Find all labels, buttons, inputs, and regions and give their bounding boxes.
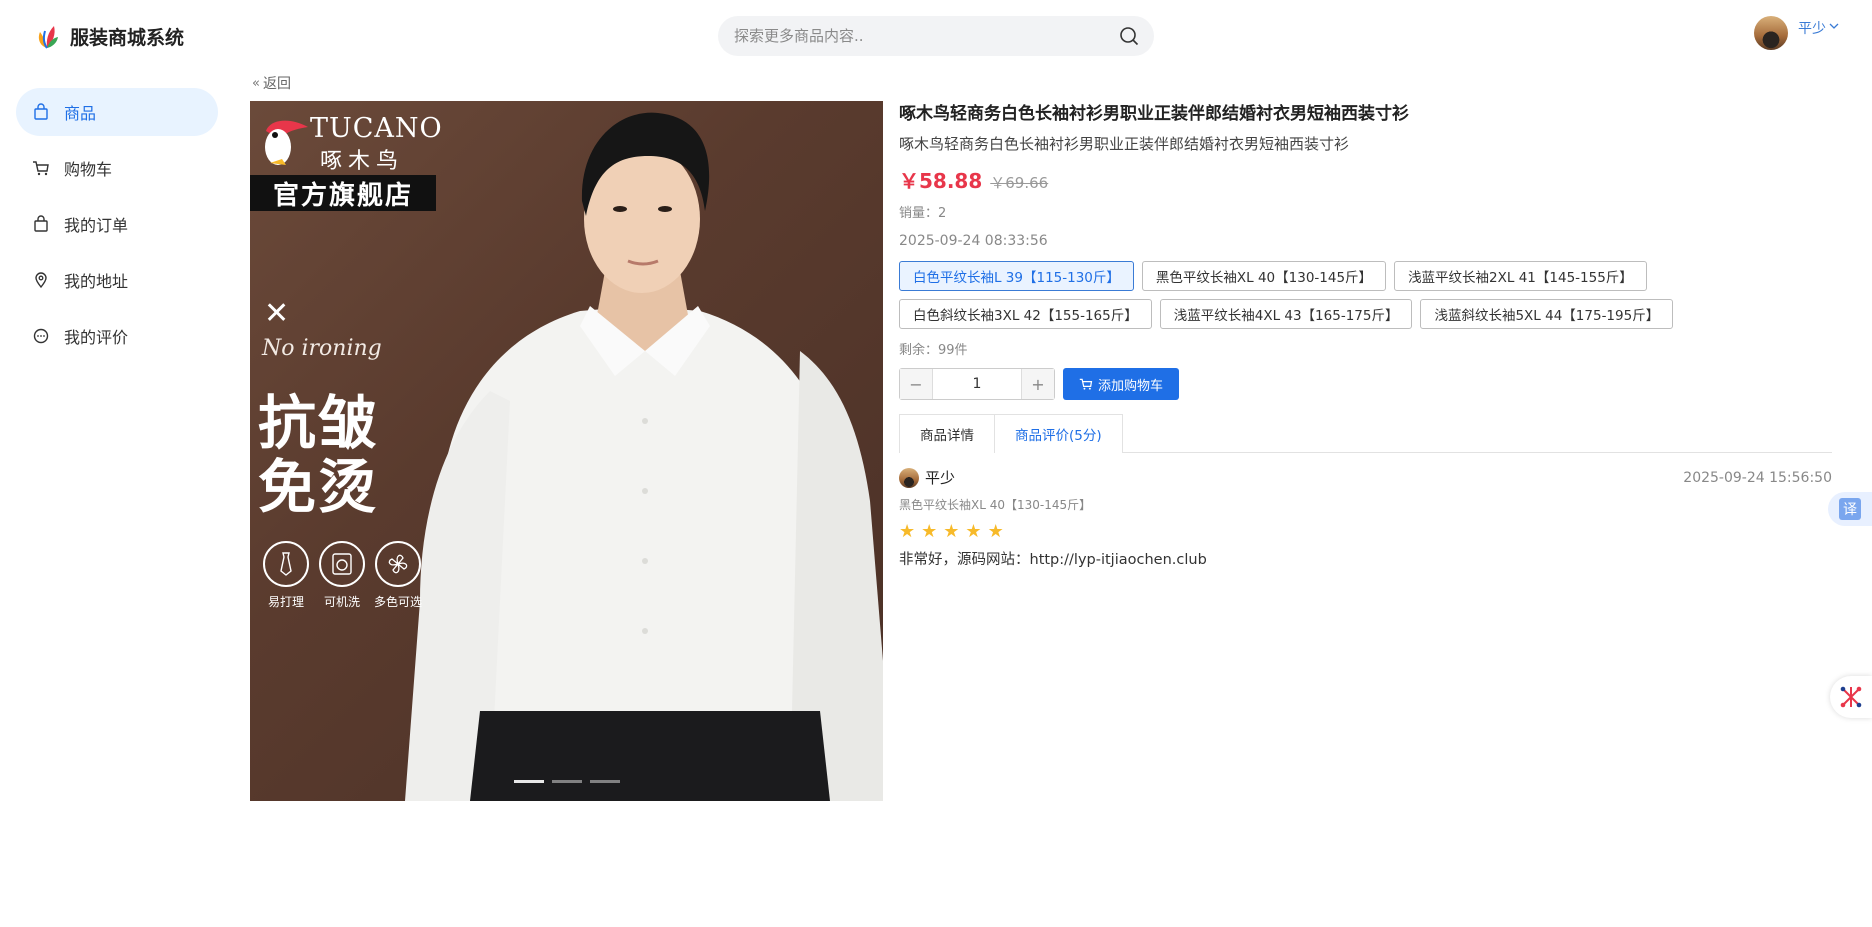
sku-option[interactable]: 黑色平纹长袖XL 40【130-145斤】 — [1141, 261, 1387, 291]
original-price: ￥69.66 — [990, 174, 1049, 192]
chevron-down-icon[interactable] — [1829, 22, 1839, 30]
review-username: 平少 — [925, 469, 956, 487]
sidebar-item-label: 购物车 — [64, 160, 113, 179]
review-spec: 黑色平纹长袖XL 40【130-145斤】 — [899, 498, 1092, 512]
carousel-dot[interactable] — [514, 780, 544, 783]
star-icon: ★ — [921, 521, 938, 542]
feature-machine-wash: 可机洗 — [314, 541, 370, 610]
feature-label: 可机洗 — [323, 595, 360, 609]
order-bag-icon — [34, 215, 48, 232]
product-info: 啄木鸟轻商务白色长袖衬衫男职业正装伴郎结婚衬衣男短袖西装寸衫 啄木鸟轻商务白色长… — [899, 101, 1832, 569]
sidebar-item-products[interactable]: 商品 — [16, 88, 218, 136]
star-icon: ★ — [943, 521, 960, 542]
headline-line: 免烫 — [258, 453, 379, 521]
tab-reviews[interactable]: 商品评价(5分) — [995, 414, 1123, 453]
sku-option[interactable]: 白色斜纹长袖3XL 42【155-165斤】 — [899, 299, 1152, 329]
review-text: 非常好，源码网站：http://lyp-itjiaochen.club — [899, 552, 1207, 568]
review-user: 平少 — [899, 467, 955, 488]
headline: 抗皱 免烫 — [258, 391, 378, 519]
star-icon: ★ — [987, 521, 1004, 542]
feature-multi-color: 多色可选 — [370, 541, 426, 610]
cart-row: − + 添加购物车 — [899, 368, 1832, 400]
back-label: 返回 — [262, 76, 291, 92]
sku-option[interactable]: 白色平纹长袖L 39【115-130斤】 — [899, 261, 1134, 291]
feature-row: 易打理 可机洗 多色可选 — [258, 541, 426, 610]
sidebar-item-label: 我的地址 — [64, 272, 129, 291]
tie-icon — [280, 552, 292, 576]
flagship-label: 官方旗舰店 — [250, 175, 436, 211]
username[interactable]: 平少 — [1798, 18, 1826, 38]
x-mark-icon: ✕ — [264, 296, 290, 331]
headline-line: 抗皱 — [258, 389, 379, 457]
brand-logo: TUCANO 啄木鸟 官方旗舰店 — [250, 101, 442, 211]
back-link[interactable]: « 返回 — [252, 73, 291, 93]
user-menu[interactable]: 平少 — [1754, 16, 1839, 50]
sales-count: 销量：2 — [899, 206, 947, 221]
model-photo — [405, 112, 883, 801]
network-tool-icon — [1840, 686, 1862, 708]
brand-name-cn: 啄木鸟 — [320, 149, 405, 174]
translate-button[interactable]: 译 — [1828, 492, 1872, 526]
sku-options: 白色平纹长袖L 39【115-130斤】 黑色平纹长袖XL 40【130-145… — [899, 261, 1719, 337]
shopping-bag-icon — [34, 103, 48, 120]
product-image-carousel[interactable]: TUCANO 啄木鸟 官方旗舰店 ✕ No ironing 抗皱 免烫 易打理 … — [250, 101, 883, 801]
star-icon: ★ — [899, 521, 916, 542]
decrement-button[interactable]: − — [900, 369, 932, 399]
cart-icon — [33, 161, 49, 176]
toucan-icon — [265, 120, 308, 165]
sidebar: 商品 购物车 我的订单 我的地址 我的评价 — [16, 88, 218, 368]
avatar — [899, 467, 919, 488]
add-to-cart-button[interactable]: 添加购物车 — [1063, 368, 1180, 400]
price-row: ￥58.88 ￥69.66 — [899, 165, 1832, 194]
carousel-dot[interactable] — [552, 780, 582, 783]
search-input[interactable] — [732, 26, 1118, 46]
avatar[interactable] — [1754, 16, 1788, 50]
comment-icon — [33, 328, 49, 344]
brand-name-en: TUCANO — [310, 113, 443, 144]
no-ironing-text: No ironing — [262, 336, 382, 361]
feature-label: 易打理 — [267, 595, 304, 609]
add-to-cart-label: 添加购物车 — [1098, 378, 1164, 394]
translate-icon: 译 — [1839, 498, 1861, 520]
double-chevron-left-icon: « — [252, 75, 260, 91]
cart-icon — [1079, 378, 1093, 390]
star-icon: ★ — [965, 521, 982, 542]
search-bar — [718, 16, 1154, 56]
sku-option[interactable]: 浅蓝斜纹长袖5XL 44【175-195斤】 — [1420, 299, 1674, 329]
tab-details[interactable]: 商品详情 — [899, 414, 995, 453]
stock-remaining: 剩余：99件 — [899, 343, 968, 358]
feature-label: 多色可选 — [373, 595, 422, 609]
app-logo[interactable]: 服装商城系统 — [34, 22, 184, 50]
sidebar-item-cart[interactable]: 购物车 — [16, 144, 218, 192]
sidebar-item-label: 商品 — [64, 104, 97, 123]
feature-easy-care: 易打理 — [258, 541, 314, 610]
sku-option[interactable]: 浅蓝平纹长袖2XL 41【145-155斤】 — [1394, 261, 1647, 291]
leaf-logo-icon — [38, 26, 58, 49]
tool-float-button[interactable] — [1830, 676, 1872, 718]
quantity-input[interactable] — [932, 369, 1022, 399]
rating-stars: ★ ★ ★ ★ ★ — [899, 521, 1832, 542]
location-pin-icon — [35, 272, 47, 289]
sidebar-item-orders[interactable]: 我的订单 — [16, 200, 218, 248]
search-icon[interactable] — [1118, 25, 1140, 47]
carousel-indicators — [514, 780, 620, 783]
sidebar-item-reviews[interactable]: 我的评价 — [16, 312, 218, 360]
quantity-stepper: − + — [899, 368, 1055, 400]
sku-option[interactable]: 浅蓝平纹长袖4XL 43【165-175斤】 — [1159, 299, 1413, 329]
product-subtitle: 啄木鸟轻商务白色长袖衬衫男职业正装伴郎结婚衬衣男短袖西装寸衫 — [899, 135, 1350, 153]
price: ￥58.88 — [899, 169, 983, 193]
review-item: 平少 2025-09-24 15:56:50 黑色平纹长袖XL 40【130-1… — [899, 467, 1832, 569]
sidebar-item-address[interactable]: 我的地址 — [16, 256, 218, 304]
product-title: 啄木鸟轻商务白色长袖衬衫男职业正装伴郎结婚衬衣男短袖西装寸衫 — [899, 104, 1409, 124]
app-title: 服装商城系统 — [70, 26, 185, 49]
increment-button[interactable]: + — [1022, 369, 1054, 399]
sidebar-item-label: 我的评价 — [64, 328, 129, 347]
publish-date: 2025-09-24 08:33:56 — [899, 233, 1048, 249]
detail-tabs: 商品详情 商品评价(5分) — [899, 414, 1832, 453]
washing-machine-icon — [332, 553, 352, 575]
sidebar-item-label: 我的订单 — [64, 216, 129, 235]
carousel-dot[interactable] — [590, 780, 620, 783]
fan-icon — [388, 554, 408, 574]
review-time: 2025-09-24 15:56:50 — [1683, 469, 1832, 486]
